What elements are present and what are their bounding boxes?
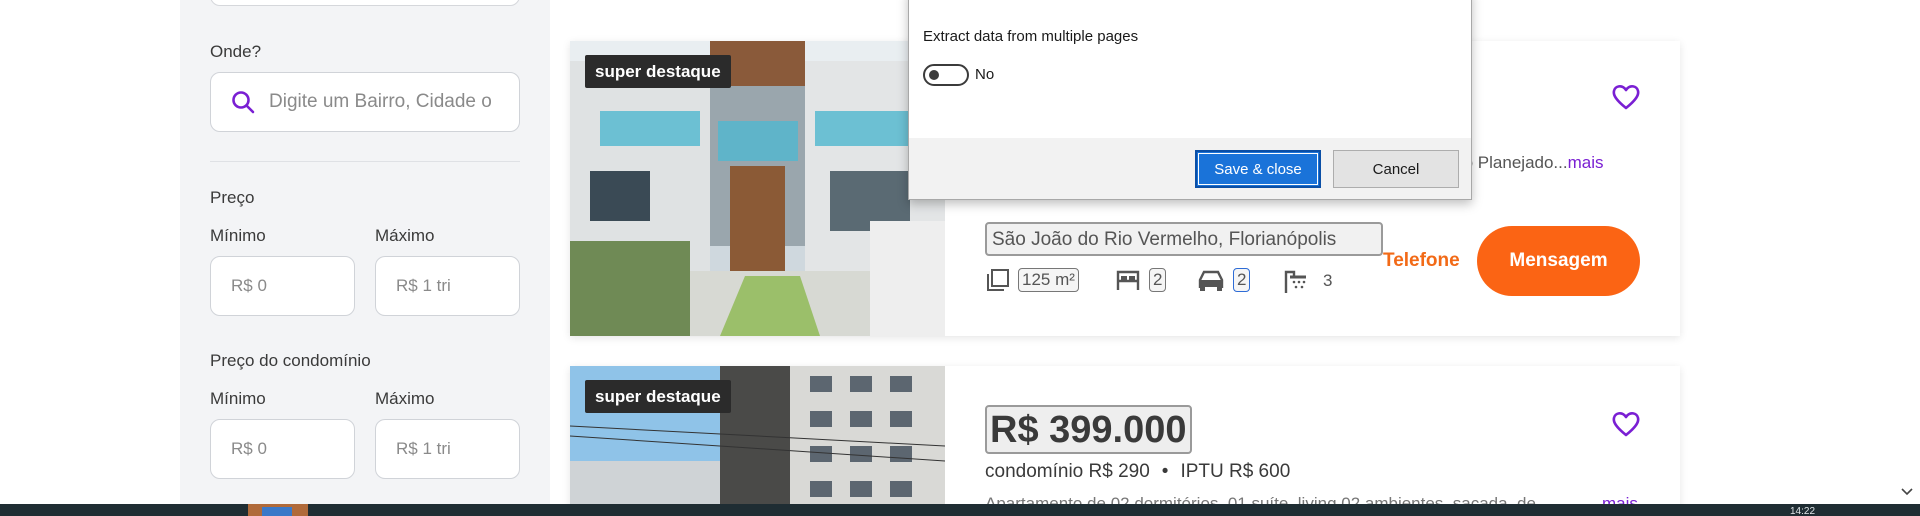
condo-max-input[interactable] xyxy=(375,419,520,479)
condo-max-label: Máximo xyxy=(375,389,435,408)
extract-settings-dialog: Extract data from multiple pages No Save… xyxy=(908,0,1472,200)
area-value: 125 m² xyxy=(1018,268,1079,292)
super-highlight-badge: super destaque xyxy=(585,55,731,88)
listing-location: São João do Rio Vermelho, Florianópolis xyxy=(985,222,1383,256)
taskbar-clock: 14:22 xyxy=(1790,506,1816,516)
message-button[interactable]: Mensagem xyxy=(1477,226,1640,296)
bathrooms-feature: 3 xyxy=(1282,268,1335,294)
price-max-label: Máximo xyxy=(375,226,435,245)
price-label: Preço xyxy=(210,188,255,207)
sidebar-divider xyxy=(210,161,520,162)
location-search-input[interactable] xyxy=(269,91,509,113)
multi-page-option-label: Extract data from multiple pages xyxy=(923,28,1139,45)
top-filter-field[interactable] xyxy=(210,0,520,6)
more-link[interactable]: mais xyxy=(1568,153,1604,172)
favorite-heart-icon[interactable] xyxy=(1612,84,1640,110)
save-close-button[interactable]: Save & close xyxy=(1195,150,1321,188)
dialog-body: Extract data from multiple pages No xyxy=(909,0,1471,138)
bedrooms-value: 2 xyxy=(1149,268,1167,292)
fee-separator: • xyxy=(1161,461,1169,482)
filter-sidebar: Onde? Preço Mínimo Máximo Preço do condo… xyxy=(180,0,550,504)
listing-fees: condomínio R$ 290 • IPTU R$ 600 xyxy=(985,461,1290,483)
condo-min-input[interactable] xyxy=(210,419,355,479)
condo-min-label: Mínimo xyxy=(210,389,266,408)
phone-link[interactable]: Telefone xyxy=(1383,250,1460,272)
listing-photo[interactable]: super destaque xyxy=(570,41,945,336)
cancel-button[interactable]: Cancel xyxy=(1333,150,1459,188)
bed-icon xyxy=(1116,270,1140,290)
area-icon xyxy=(987,269,1009,291)
price-min-label: Mínimo xyxy=(210,226,266,245)
price-max-input[interactable] xyxy=(375,256,520,316)
price-min-input[interactable] xyxy=(210,256,355,316)
parking-value: 2 xyxy=(1233,268,1251,292)
bedrooms-feature: 2 xyxy=(1115,268,1167,292)
listing-photo[interactable]: super destaque xyxy=(570,366,945,504)
condo-price-label: Preço do condomínio xyxy=(210,351,371,370)
multi-page-toggle[interactable] xyxy=(923,64,969,86)
iptu-fee: IPTU R$ 600 xyxy=(1180,461,1291,482)
bathrooms-value: 3 xyxy=(1323,271,1333,290)
location-search[interactable] xyxy=(210,72,520,132)
favorite-heart-icon[interactable] xyxy=(1612,411,1640,437)
super-highlight-badge: super destaque xyxy=(585,380,731,413)
parking-feature: 2 xyxy=(1197,268,1251,292)
scroll-down-icon[interactable] xyxy=(1900,485,1914,499)
search-icon xyxy=(232,91,255,114)
area-feature: 125 m² xyxy=(986,268,1079,292)
toggle-knob xyxy=(929,70,939,80)
toggle-state-label: No xyxy=(975,66,995,83)
listing-price: R$ 399.000 xyxy=(985,405,1192,454)
shower-icon xyxy=(1284,270,1306,293)
condo-fee: condomínio R$ 290 xyxy=(985,461,1150,482)
taskbar-app-highlight xyxy=(262,507,292,516)
car-icon xyxy=(1198,270,1224,291)
where-label: Onde? xyxy=(210,42,262,61)
